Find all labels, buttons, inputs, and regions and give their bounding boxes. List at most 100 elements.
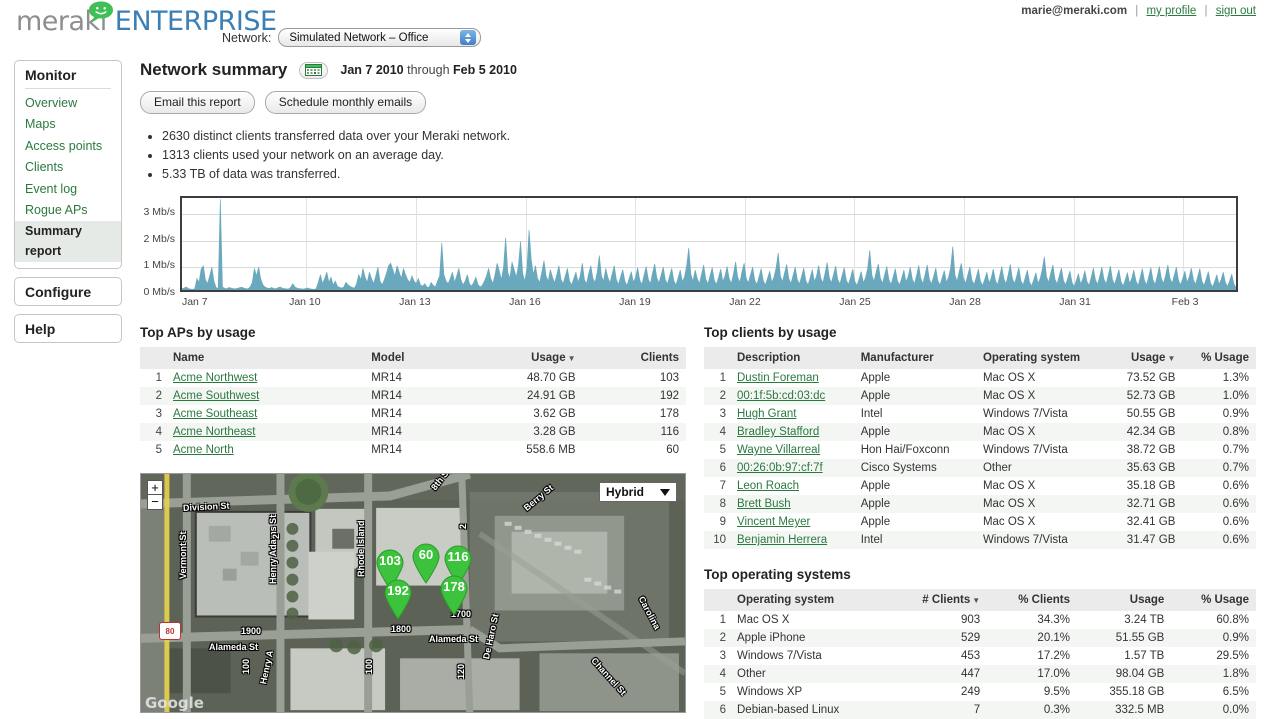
client-description-link[interactable]: Dustin Foreman <box>737 372 819 384</box>
client-description-link[interactable]: Wayne Villarreal <box>737 444 820 456</box>
top-aps-table: Name Model Usage▼ Clients 1Acme Northwes… <box>140 347 686 459</box>
client-os: Other <box>976 459 1108 477</box>
th-client-os[interactable]: Operating system <box>976 347 1108 369</box>
client-description-link[interactable]: 00:26:0b:97:cf:7f <box>737 462 823 474</box>
sidebar-item-event-log[interactable]: Event log <box>15 179 121 200</box>
client-description[interactable]: Vincent Meyer <box>730 513 854 531</box>
ap-model: MR14 <box>364 423 457 441</box>
os-clients: 529 <box>889 629 987 647</box>
client-description[interactable]: Bradley Stafford <box>730 423 854 441</box>
sidebar-item-maps[interactable]: Maps <box>15 114 121 135</box>
map-ap-marker[interactable]: 192 <box>381 578 415 620</box>
ap-name[interactable]: Acme Southeast <box>166 405 364 423</box>
ap-name-link[interactable]: Acme Southwest <box>173 390 259 402</box>
th-client-pct-usage[interactable]: % Usage <box>1182 347 1256 369</box>
client-description[interactable]: Wayne Villarreal <box>730 441 854 459</box>
map-ap-marker[interactable]: 178 <box>437 574 471 616</box>
ap-name[interactable]: Acme Northwest <box>166 369 364 387</box>
email-this-report-button[interactable]: Email this report <box>140 91 255 114</box>
chart-y-axis: 0 Mb/s1 Mb/s2 Mb/s3 Mb/s <box>140 196 178 292</box>
calendar-icon[interactable] <box>299 62 328 79</box>
os-pct-usage: 6.5% <box>1171 683 1256 701</box>
sign-out-link[interactable]: sign out <box>1216 5 1256 17</box>
bandwidth-chart: 0 Mb/s1 Mb/s2 Mb/s3 Mb/s Jan 7Jan 10Jan … <box>140 196 1256 311</box>
map-zoom-in-button[interactable]: + <box>147 480 163 495</box>
top-os-table: Operating system # Clients▼ % Clients Us… <box>704 589 1256 719</box>
ap-name[interactable]: Acme North <box>166 441 364 459</box>
th-client-manufacturer[interactable]: Manufacturer <box>854 347 976 369</box>
ap-name-link[interactable]: Acme Northeast <box>173 426 255 438</box>
client-description[interactable]: Leon Roach <box>730 477 854 495</box>
monitor-panel: Monitor Overview Maps Access points Clie… <box>14 60 122 269</box>
client-description[interactable]: Hugh Grant <box>730 405 854 423</box>
map-zoom-controls[interactable]: + − <box>147 480 163 510</box>
table-row: 2Acme SouthwestMR1424.91 GB192 <box>140 387 686 405</box>
os-clients: 249 <box>889 683 987 701</box>
th-client-usage[interactable]: Usage▼ <box>1108 347 1182 369</box>
chart-x-tick: Jan 10 <box>289 296 321 308</box>
client-description[interactable]: 00:26:0b:97:cf:7f <box>730 459 854 477</box>
access-point-map[interactable]: + − 80 Hybrid Division St8th StVermont S… <box>140 473 686 713</box>
th-os-pct-usage[interactable]: % Usage <box>1171 589 1256 611</box>
sidebar-item-rogue-aps[interactable]: Rogue APs <box>15 200 121 221</box>
date-range[interactable]: Jan 7 2010 through Feb 5 2010 <box>340 63 517 77</box>
row-rank: 3 <box>140 405 166 423</box>
client-description-link[interactable]: Brett Bush <box>737 498 791 510</box>
client-description-link[interactable]: 00:1f:5b:cd:03:dc <box>737 390 825 402</box>
ap-name-link[interactable]: Acme Northwest <box>173 372 257 384</box>
client-pct-usage: 0.7% <box>1182 459 1256 477</box>
schedule-monthly-emails-button[interactable]: Schedule monthly emails <box>265 91 426 114</box>
client-description-link[interactable]: Hugh Grant <box>737 408 796 420</box>
table-row: 200:1f:5b:cd:03:dcAppleMac OS X52.73 GB1… <box>704 387 1256 405</box>
row-rank: 3 <box>704 647 730 665</box>
client-manufacturer: Apple <box>854 477 976 495</box>
top-clients-title: Top clients by usage <box>704 325 1256 340</box>
th-os-name[interactable]: Operating system <box>730 589 889 611</box>
help-panel[interactable]: Help <box>14 314 122 343</box>
th-os-pct-clients[interactable]: % Clients <box>987 589 1077 611</box>
row-rank: 1 <box>704 611 730 629</box>
ap-name[interactable]: Acme Northeast <box>166 423 364 441</box>
th-os-usage[interactable]: Usage <box>1077 589 1171 611</box>
client-description-link[interactable]: Bradley Stafford <box>737 426 819 438</box>
client-description[interactable]: Brett Bush <box>730 495 854 513</box>
th-ap-model[interactable]: Model <box>364 347 457 369</box>
os-name: Other <box>730 665 889 683</box>
sidebar-item-access-points[interactable]: Access points <box>15 136 121 157</box>
chevron-down-icon[interactable] <box>660 489 670 496</box>
client-description-link[interactable]: Vincent Meyer <box>737 516 810 528</box>
ap-model: MR14 <box>364 369 457 387</box>
configure-panel[interactable]: Configure <box>14 277 122 306</box>
th-ap-clients[interactable]: Clients <box>583 347 686 369</box>
sidebar-item-summary-report[interactable]: Summary report <box>15 221 121 262</box>
client-description[interactable]: Dustin Foreman <box>730 369 854 387</box>
ap-name[interactable]: Acme Southwest <box>166 387 364 405</box>
table-row: 1Dustin ForemanAppleMac OS X73.52 GB1.3% <box>704 369 1256 387</box>
row-rank: 3 <box>704 405 730 423</box>
network-select[interactable]: Simulated Network – Office <box>278 28 481 47</box>
map-type-select[interactable]: Hybrid <box>599 482 677 502</box>
my-profile-link[interactable]: my profile <box>1146 5 1196 17</box>
network-selector[interactable]: Network: Simulated Network – Office <box>222 28 481 47</box>
ap-name-link[interactable]: Acme North <box>173 444 234 456</box>
client-description[interactable]: Benjamin Herrera <box>730 531 854 549</box>
os-clients: 903 <box>889 611 987 629</box>
client-description[interactable]: 00:1f:5b:cd:03:dc <box>730 387 854 405</box>
client-description-link[interactable]: Benjamin Herrera <box>737 534 827 546</box>
sidebar-item-clients[interactable]: Clients <box>15 157 121 178</box>
th-ap-usage[interactable]: Usage▼ <box>458 347 583 369</box>
th-ap-name[interactable]: Name <box>166 347 364 369</box>
map-zoom-out-button[interactable]: − <box>147 495 163 510</box>
os-usage: 51.55 GB <box>1077 629 1171 647</box>
monitor-nav-list: Overview Maps Access points Clients Even… <box>15 89 121 268</box>
chevron-updown-icon[interactable] <box>460 30 476 45</box>
os-clients: 447 <box>889 665 987 683</box>
client-description-link[interactable]: Leon Roach <box>737 480 799 492</box>
os-clients: 453 <box>889 647 987 665</box>
th-os-clients[interactable]: # Clients▼ <box>889 589 987 611</box>
ap-name-link[interactable]: Acme Southeast <box>173 408 257 420</box>
th-client-description[interactable]: Description <box>730 347 854 369</box>
monitor-panel-title: Monitor <box>25 61 111 89</box>
top-os-title: Top operating systems <box>704 567 1256 582</box>
sidebar-item-overview[interactable]: Overview <box>15 93 121 114</box>
